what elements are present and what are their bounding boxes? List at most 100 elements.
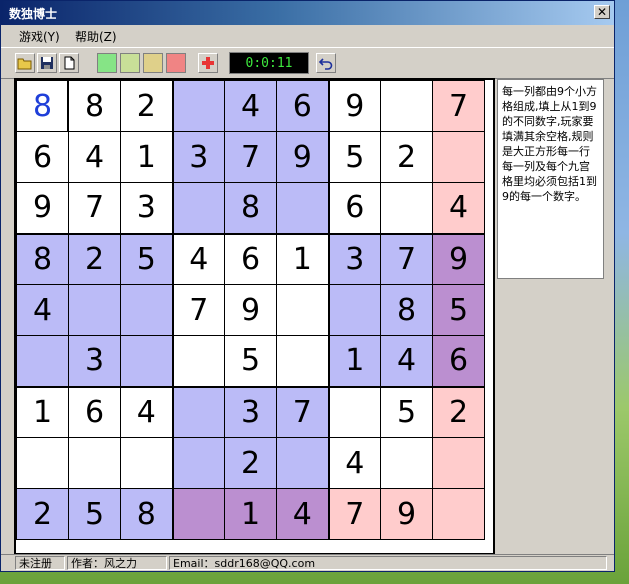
sudoku-cell[interactable]: [276, 437, 330, 489]
sudoku-cell[interactable]: 6: [16, 131, 69, 183]
sudoku-cell[interactable]: [68, 437, 121, 489]
sudoku-cell[interactable]: [172, 335, 225, 388]
sudoku-cell[interactable]: 9: [432, 233, 485, 285]
sudoku-cell[interactable]: 8: [68, 80, 121, 132]
sudoku-cell[interactable]: 8: [16, 80, 69, 132]
app-window: 数独博士 ✕ 游戏(Y) 帮助(Z) 0:0:11 8 8 2 4 6 9 7 …: [0, 0, 615, 572]
close-button[interactable]: ✕: [594, 5, 610, 19]
sudoku-cell[interactable]: 4: [120, 386, 174, 438]
color-swatch-red[interactable]: [166, 53, 186, 73]
sudoku-cell[interactable]: 5: [120, 233, 174, 285]
sudoku-cell[interactable]: 5: [68, 488, 121, 540]
open-button[interactable]: [15, 53, 35, 73]
sudoku-cell[interactable]: [276, 182, 330, 235]
sudoku-cell[interactable]: 1: [224, 488, 277, 540]
sudoku-cell[interactable]: 7: [432, 80, 485, 132]
sudoku-cell[interactable]: 7: [224, 131, 277, 183]
save-button[interactable]: [37, 53, 57, 73]
sudoku-cell[interactable]: [172, 386, 225, 438]
grid-row: 64137952: [16, 131, 485, 183]
sudoku-cell[interactable]: 3: [172, 131, 225, 183]
sudoku-cell[interactable]: 1: [120, 131, 174, 183]
sudoku-cell[interactable]: 3: [328, 233, 381, 285]
undo-button[interactable]: [316, 53, 336, 73]
sudoku-cell[interactable]: 5: [328, 131, 381, 183]
add-button[interactable]: [198, 53, 218, 73]
color-swatch-tan[interactable]: [143, 53, 163, 73]
sudoku-cell[interactable]: 6: [328, 182, 381, 235]
sudoku-cell[interactable]: 4: [172, 233, 225, 285]
color-swatch-olive[interactable]: [120, 53, 140, 73]
sudoku-cell[interactable]: 7: [172, 284, 225, 336]
sudoku-cell[interactable]: 4: [224, 80, 277, 132]
sudoku-cell[interactable]: [172, 437, 225, 489]
sudoku-cell[interactable]: [16, 335, 69, 388]
sudoku-cell[interactable]: 9: [276, 131, 330, 183]
sudoku-cell[interactable]: 7: [328, 488, 381, 540]
new-button[interactable]: [59, 53, 79, 73]
sudoku-cell[interactable]: 4: [16, 284, 69, 336]
sudoku-cell[interactable]: 6: [276, 80, 330, 132]
sudoku-cell[interactable]: 3: [68, 335, 121, 388]
sudoku-cell[interactable]: [172, 182, 225, 235]
sudoku-cell[interactable]: 8: [16, 233, 69, 285]
sudoku-cell[interactable]: [276, 335, 330, 388]
sudoku-cell[interactable]: 4: [432, 182, 485, 235]
sudoku-cell[interactable]: 1: [276, 233, 330, 285]
sudoku-cell[interactable]: 8: [224, 182, 277, 235]
sudoku-cell[interactable]: [432, 437, 485, 489]
sudoku-cell[interactable]: 5: [224, 335, 277, 388]
status-bar: 未注册 作者：风之力 Email：sddr168@QQ.com: [1, 554, 614, 571]
sudoku-cell[interactable]: 7: [276, 386, 330, 438]
sudoku-grid: 8824697641379529738648254613794798535146…: [16, 80, 485, 540]
sudoku-cell[interactable]: [276, 284, 330, 336]
sudoku-cell[interactable]: 2: [380, 131, 433, 183]
sudoku-cell[interactable]: 4: [328, 437, 381, 489]
sudoku-cell[interactable]: 1: [16, 386, 69, 438]
sudoku-cell[interactable]: [120, 284, 174, 336]
sudoku-cell[interactable]: 5: [380, 386, 433, 438]
sudoku-cell[interactable]: 9: [380, 488, 433, 540]
sudoku-cell[interactable]: [432, 131, 485, 183]
sudoku-cell[interactable]: [120, 335, 174, 388]
sudoku-cell[interactable]: [172, 488, 225, 540]
sudoku-cell[interactable]: [68, 284, 121, 336]
grid-row: 24: [16, 437, 485, 489]
sudoku-cell[interactable]: [328, 284, 381, 336]
sudoku-cell[interactable]: [328, 386, 381, 438]
sudoku-cell[interactable]: 2: [120, 80, 174, 132]
sudoku-cell[interactable]: 6: [68, 386, 121, 438]
sudoku-cell[interactable]: [120, 437, 174, 489]
sudoku-cell[interactable]: 8: [120, 488, 174, 540]
sudoku-cell[interactable]: 2: [16, 488, 69, 540]
sudoku-cell[interactable]: 5: [432, 284, 485, 336]
sudoku-cell[interactable]: 9: [224, 284, 277, 336]
menu-game[interactable]: 游戏(Y): [19, 28, 60, 45]
sudoku-cell[interactable]: 2: [68, 233, 121, 285]
sudoku-cell[interactable]: 9: [328, 80, 381, 132]
sudoku-cell[interactable]: 1: [328, 335, 381, 388]
sudoku-cell[interactable]: [16, 437, 69, 489]
red-cross-plus-icon: [199, 54, 217, 72]
sudoku-cell[interactable]: 2: [224, 437, 277, 489]
sudoku-cell[interactable]: 6: [224, 233, 277, 285]
sudoku-cell[interactable]: [432, 488, 485, 540]
sudoku-cell[interactable]: [380, 80, 433, 132]
sudoku-cell[interactable]: [380, 182, 433, 235]
sudoku-cell[interactable]: 4: [68, 131, 121, 183]
sudoku-cell[interactable]: 9: [16, 182, 69, 235]
game-timer: 0:0:11: [229, 52, 309, 74]
sudoku-cell[interactable]: 4: [276, 488, 330, 540]
sudoku-cell[interactable]: 7: [68, 182, 121, 235]
sudoku-cell[interactable]: 6: [432, 335, 485, 388]
color-swatch-green[interactable]: [97, 53, 117, 73]
sudoku-cell[interactable]: [172, 80, 225, 132]
sudoku-cell[interactable]: 8: [380, 284, 433, 336]
sudoku-cell[interactable]: 4: [380, 335, 433, 388]
sudoku-cell[interactable]: 7: [380, 233, 433, 285]
sudoku-cell[interactable]: [380, 437, 433, 489]
sudoku-cell[interactable]: 3: [120, 182, 174, 235]
sudoku-cell[interactable]: 3: [224, 386, 277, 438]
sudoku-cell[interactable]: 2: [432, 386, 485, 438]
menu-help[interactable]: 帮助(Z): [75, 28, 117, 45]
